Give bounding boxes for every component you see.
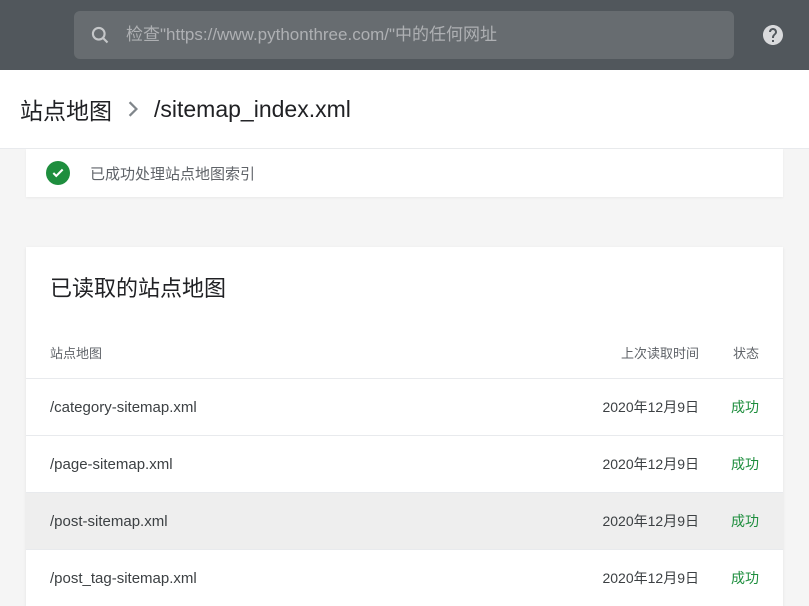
row-date: 2020年12月9日 [569,454,699,474]
row-url: /category-sitemap.xml [50,399,569,416]
row-status: 成功 [699,511,759,531]
row-url: /page-sitemap.xml [50,456,569,473]
row-date: 2020年12月9日 [569,568,699,588]
status-banner: 已成功处理站点地图索引 [26,149,783,197]
breadcrumb-current: /sitemap_index.xml [154,96,351,123]
row-status: 成功 [699,568,759,588]
table-header: 站点地图 上次读取时间 状态 [26,323,783,378]
table-row[interactable]: /page-sitemap.xml2020年12月9日成功 [26,435,783,492]
row-date: 2020年12月9日 [569,397,699,417]
row-date: 2020年12月9日 [569,511,699,531]
table-row[interactable]: /category-sitemap.xml2020年12月9日成功 [26,378,783,435]
header-left-text [16,23,26,47]
table-body: /category-sitemap.xml2020年12月9日成功/page-s… [26,378,783,606]
row-status: 成功 [699,454,759,474]
sitemap-card: 已读取的站点地图 站点地图 上次读取时间 状态 /category-sitema… [26,247,783,606]
help-icon[interactable] [761,23,785,47]
col-header-date: 上次读取时间 [569,343,699,362]
table-row[interactable]: /post-sitemap.xml2020年12月9日成功 [26,492,783,549]
col-header-status: 状态 [699,343,759,362]
chevron-right-icon [128,101,138,117]
breadcrumb-root[interactable]: 站点地图 [20,92,112,126]
row-url: /post_tag-sitemap.xml [50,570,569,587]
table-row[interactable]: /post_tag-sitemap.xml2020年12月9日成功 [26,549,783,606]
row-status: 成功 [699,397,759,417]
check-circle-icon [46,161,70,185]
search-icon [90,25,110,45]
top-header [0,0,809,70]
col-header-url: 站点地图 [50,343,569,362]
search-container[interactable] [74,11,734,59]
status-banner-text: 已成功处理站点地图索引 [90,163,255,184]
row-url: /post-sitemap.xml [50,513,569,530]
card-title: 已读取的站点地图 [26,247,783,323]
breadcrumb: 站点地图 /sitemap_index.xml [0,70,809,149]
content-area: 已成功处理站点地图索引 已读取的站点地图 站点地图 上次读取时间 状态 /cat… [0,149,809,606]
search-input[interactable] [126,25,718,45]
